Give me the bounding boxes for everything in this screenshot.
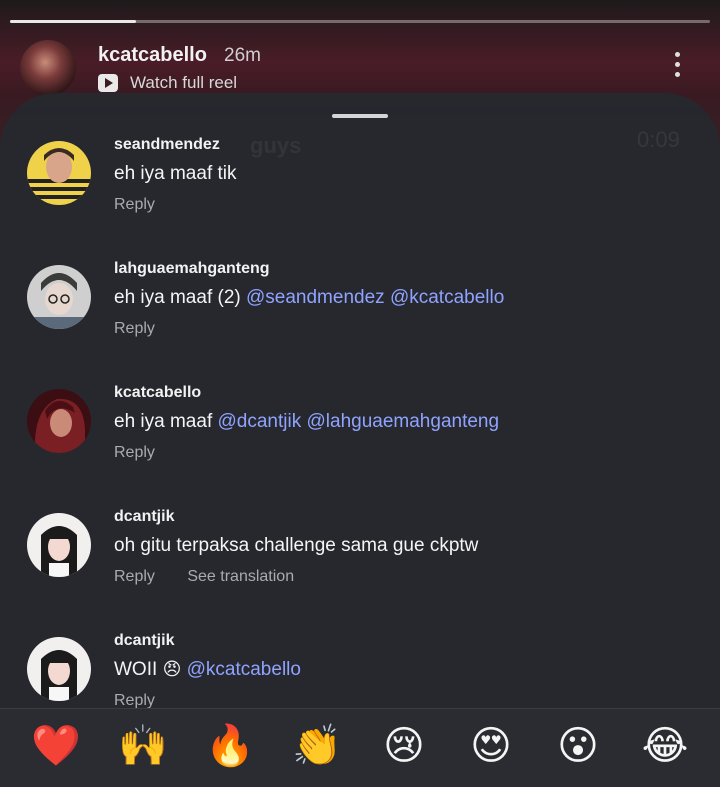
- comment-actions: Reply: [114, 444, 183, 462]
- comment-item: lahguaemahganteng eh iya maaf (2) @seand…: [0, 257, 720, 381]
- mention-link[interactable]: @kcatcabello: [390, 287, 504, 308]
- comment-text: eh iya maaf @dcantjik @lahguaemahganteng: [114, 411, 500, 432]
- mention-link[interactable]: @dcantjik: [218, 411, 302, 432]
- comment-actions: Reply: [114, 320, 183, 338]
- surprised-face-emoji-icon[interactable]: 😮: [551, 721, 605, 771]
- comment-username[interactable]: dcantjik: [114, 508, 174, 526]
- raising-hands-emoji-icon[interactable]: 🙌: [116, 721, 170, 771]
- avatar[interactable]: [27, 513, 91, 577]
- heart-emoji-icon[interactable]: ❤️: [29, 721, 83, 771]
- comment-username[interactable]: lahguaemahganteng: [114, 260, 270, 278]
- comment-username[interactable]: kcatcabello: [114, 384, 201, 402]
- story-timestamp: 26m: [224, 45, 261, 66]
- sheet-drag-handle[interactable]: [332, 114, 388, 118]
- comment-text: WOII 😠 @kcatcabello: [114, 659, 301, 680]
- avatar[interactable]: [27, 265, 91, 329]
- tears-of-joy-emoji-icon[interactable]: 😂: [638, 721, 692, 771]
- reel-play-icon[interactable]: [98, 74, 118, 92]
- avatar[interactable]: [27, 637, 91, 701]
- clapping-hands-emoji-icon[interactable]: 👏: [290, 721, 344, 771]
- crying-face-emoji-icon[interactable]: 😢: [377, 721, 431, 771]
- reply-button[interactable]: Reply: [114, 444, 155, 461]
- comment-username[interactable]: dcantjik: [114, 632, 174, 650]
- story-username[interactable]: kcatcabello: [98, 44, 207, 67]
- comment-item: kcatcabello eh iya maaf @dcantjik @lahgu…: [0, 381, 720, 505]
- heart-eyes-emoji-icon[interactable]: 😍: [464, 721, 518, 771]
- reply-button[interactable]: Reply: [114, 568, 155, 585]
- comment-text: eh iya maaf (2) @seandmendez @kcatcabell…: [114, 287, 505, 308]
- story-progress-bar: [10, 20, 710, 23]
- mention-link[interactable]: @seandmendez: [246, 287, 385, 308]
- story-header: kcatcabello 26m Watch full reel: [20, 40, 700, 100]
- mention-link[interactable]: @lahguaemahganteng: [307, 411, 500, 432]
- angry-face-emoji-icon: 😠: [162, 659, 182, 679]
- see-translation-button[interactable]: See translation: [187, 568, 294, 585]
- story-avatar[interactable]: [20, 40, 76, 96]
- avatar[interactable]: [27, 141, 91, 205]
- comment-text: oh gitu terpaksa challenge sama gue ckpt…: [114, 535, 479, 556]
- comment-actions: Reply See translation: [114, 568, 322, 586]
- quick-reactions-bar: ❤️ 🙌 🔥 👏 😢 😍 😮 😂: [0, 708, 720, 787]
- story-progress-fill: [10, 20, 136, 23]
- reply-button[interactable]: Reply: [114, 320, 155, 337]
- fire-emoji-icon[interactable]: 🔥: [203, 721, 257, 771]
- mention-link[interactable]: @kcatcabello: [187, 659, 301, 680]
- watch-full-reel-link[interactable]: Watch full reel: [130, 73, 237, 93]
- reply-button[interactable]: Reply: [114, 196, 155, 213]
- comment-item: dcantjik oh gitu terpaksa challenge sama…: [0, 505, 720, 629]
- more-options-icon[interactable]: [672, 52, 682, 82]
- avatar[interactable]: [27, 389, 91, 453]
- comment-item: seandmendez eh iya maaf tik Reply: [0, 133, 720, 257]
- reply-button[interactable]: Reply: [114, 692, 155, 709]
- comment-username[interactable]: seandmendez: [114, 136, 220, 154]
- comment-actions: Reply: [114, 196, 183, 214]
- comment-list[interactable]: seandmendez eh iya maaf tik Reply lahgua…: [0, 133, 720, 711]
- comment-text: eh iya maaf tik: [114, 163, 237, 184]
- comments-sheet: guys 0:09 seandmendez eh iya maaf tik Re…: [0, 93, 720, 787]
- comment-item: dcantjik WOII 😠 @kcatcabello Reply: [0, 629, 720, 711]
